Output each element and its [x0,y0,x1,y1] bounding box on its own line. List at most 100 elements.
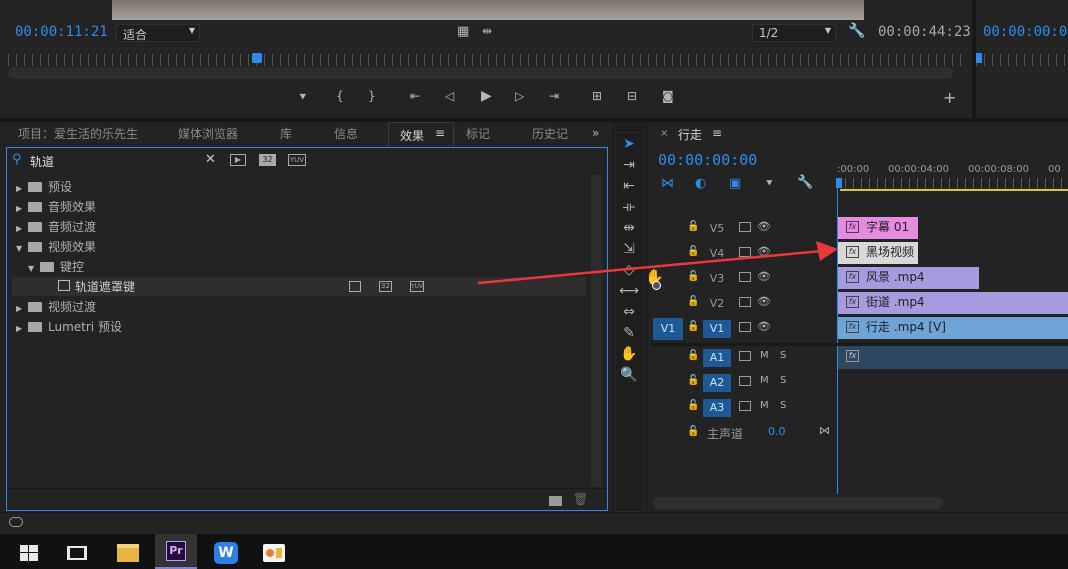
track-header-a2[interactable]: 🔓 A2 M S [651,370,836,395]
tree-item-video-effects[interactable]: ▼ 视频效果 [8,237,96,257]
slide-tool-icon[interactable]: ⇔ [618,304,640,320]
sync-lock-icon[interactable] [739,272,751,282]
sync-lock-icon[interactable] [739,222,751,232]
collapse-arrow-icon[interactable]: ▼ [28,259,40,279]
nest-icon[interactable]: ▣ [729,176,741,191]
linked-selection-icon[interactable]: ◐ [695,176,706,191]
tab-history[interactable]: 历史记 [532,122,568,146]
timeline-scrollbar[interactable] [653,497,943,509]
overwrite-icon[interactable]: ⊟ [627,89,637,103]
track-name[interactable]: A2 [703,374,731,392]
sync-lock-icon[interactable] [739,351,751,361]
add-button-icon[interactable]: + [943,88,956,107]
sync-lock-icon[interactable] [739,322,751,332]
effects-search-input[interactable] [30,151,190,171]
solo-button[interactable]: S [780,375,786,386]
rolling-edit-tool-icon[interactable]: ⇹ [618,220,640,236]
expand-arrow-icon[interactable]: ▶ [16,219,28,239]
windows-start-icon[interactable] [20,545,38,561]
track-name[interactable]: V3 [703,270,731,288]
track-header-v4[interactable]: 🔓 V4 👁 [651,241,836,266]
wrench-icon[interactable]: 🔧 [797,175,813,190]
tab-project[interactable]: 项目：爱生活的乐先生 [18,122,138,146]
eye-icon[interactable]: 👁 [757,295,771,308]
tree-item-audio-transitions[interactable]: ▶ 音频过渡 [8,217,96,237]
tree-item-audio-effects[interactable]: ▶ 音频效果 [8,197,96,217]
track-name[interactable]: V1 [703,320,731,338]
mute-button[interactable]: M [760,375,769,386]
wrench-icon[interactable]: 🔧 [848,23,865,39]
sync-lock-icon[interactable] [739,297,751,307]
32bit-filter-icon[interactable]: 32 [259,154,276,166]
track-header-v5[interactable]: 🔓 V5 👁 [651,216,836,241]
tab-markers[interactable]: 标记 [466,122,490,146]
track-name[interactable]: V2 [703,295,731,313]
track-name[interactable]: A3 [703,399,731,417]
sync-lock-icon[interactable] [739,247,751,257]
wps-writer-icon[interactable]: W [214,542,238,564]
clip-v3-scenery[interactable]: fx 风景 .mp4 [838,267,979,289]
compare-icon[interactable]: ⇹ [482,24,492,38]
master-end-icon[interactable]: ⋈ [819,424,830,437]
lock-icon[interactable]: 🔓 [687,246,699,257]
new-bin-icon[interactable] [549,496,562,506]
eye-icon[interactable]: 👁 [757,320,771,333]
eye-icon[interactable]: 👁 [757,220,771,233]
accelerated-effects-filter-icon[interactable]: ▶ [230,154,246,166]
lock-icon[interactable]: 🔓 [687,296,699,307]
pen-tool-icon[interactable]: ✎ [618,325,640,341]
scrub-ruler[interactable] [8,54,968,66]
slip-tool-icon[interactable]: ⟷ [618,283,640,299]
track-name[interactable]: V5 [703,220,731,238]
clear-search-icon[interactable]: ✕ [205,152,216,167]
sync-lock-icon[interactable] [739,401,751,411]
expand-arrow-icon[interactable]: ▶ [16,179,28,199]
eye-icon[interactable]: 👁 [757,245,771,258]
expand-arrow-icon[interactable]: ▶ [16,319,28,339]
lock-icon[interactable]: 🔓 [687,375,699,386]
more-panels-icon[interactable]: » [592,126,599,140]
work-area-bar[interactable] [840,189,1068,191]
sync-lock-icon[interactable] [739,376,751,386]
clip-v2-street[interactable]: fx 街道 .mp4 [838,292,1068,314]
track-header-a3[interactable]: 🔓 A3 M S [651,395,836,420]
trash-icon[interactable]: 🗑 [573,492,588,506]
insert-icon[interactable]: ⊞ [592,89,602,103]
track-header-v2[interactable]: 🔓 V2 👁 [651,291,836,316]
ripple-edit-tool-icon[interactable]: ⟛ [618,199,640,215]
razor-tool-icon[interactable]: ◇ [618,262,640,278]
timeline-timecode[interactable]: 00:00:00:00 [658,151,757,169]
track-header-v1[interactable]: V1 🔓 V1 👁 [651,316,836,341]
clip-v5-title[interactable]: fx 字幕 01 [838,217,918,239]
vertical-scrollbar[interactable] [591,175,602,487]
panel-menu-icon[interactable]: ≡ [435,126,445,140]
photo-app-icon[interactable] [263,544,285,562]
lock-icon[interactable]: 🔓 [687,271,699,282]
track-select-tool-icon[interactable]: ⇥ [618,157,640,173]
track-select-backward-icon[interactable]: ⇤ [618,178,640,194]
scrollbar[interactable] [8,67,953,79]
lock-icon[interactable]: 🔓 [687,400,699,411]
snap-icon[interactable]: ⋈ [661,176,674,191]
resolution-dropdown[interactable]: 1/2 ▼ [752,24,836,42]
tab-media-browser[interactable]: 媒体浏览器 [178,122,238,146]
expand-arrow-icon[interactable]: ▶ [16,299,28,319]
track-name[interactable]: V4 [703,245,731,263]
mute-button[interactable]: M [760,400,769,411]
lock-icon[interactable]: 🔓 [687,350,699,361]
master-volume-value[interactable]: 0.0 [768,425,786,438]
playhead-marker[interactable] [976,53,982,63]
add-marker-icon[interactable]: ⯆ [765,177,774,191]
playhead-marker[interactable] [252,53,262,63]
sequence-tab-label[interactable]: 行走 [678,126,702,143]
track-header-a1[interactable]: 🔓 A1 M S [651,345,836,370]
tree-item-track-matte-key[interactable]: 轨道遮罩键 32 YUV [12,277,586,296]
step-back-icon[interactable]: ◁ [445,89,454,103]
mute-button[interactable]: M [760,350,769,361]
expand-arrow-icon[interactable]: ▶ [16,199,28,219]
source-patch-v1[interactable]: V1 [653,318,683,340]
tab-libraries[interactable]: 库 [280,122,292,146]
eye-icon[interactable]: 👁 [757,270,771,283]
tree-item-presets[interactable]: ▶ 预设 [8,177,72,197]
go-to-out-icon[interactable]: ⇥ [549,89,559,103]
